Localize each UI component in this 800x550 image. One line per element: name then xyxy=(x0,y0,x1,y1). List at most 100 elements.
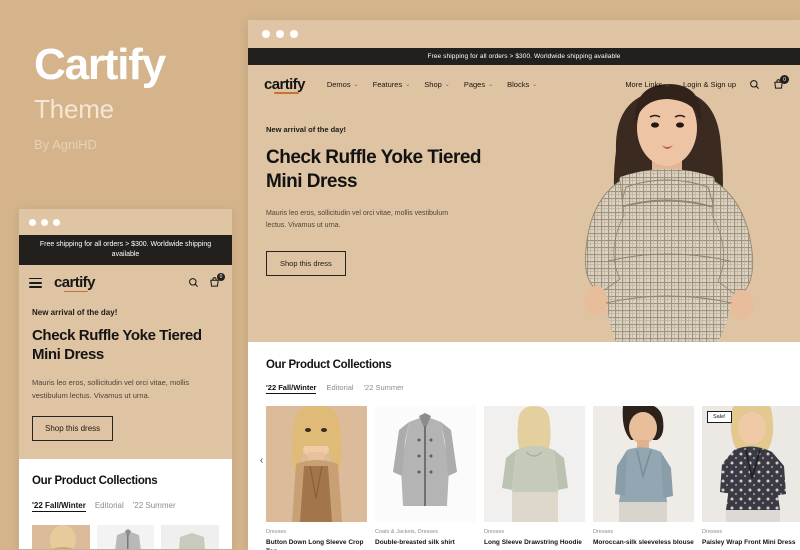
brand-logo[interactable]: cartify xyxy=(264,76,305,94)
product-image[interactable] xyxy=(593,406,694,522)
product-thumbnail-1 xyxy=(32,525,90,549)
login-signup-link[interactable]: Login & Sign up xyxy=(683,80,736,89)
product-card[interactable]: Dresses Long Sleeve Drawstring Hoodie $6… xyxy=(484,406,585,550)
product-card[interactable]: Coats & Jackets, Dresses Double-breasted… xyxy=(375,406,476,550)
mobile-hero-eyebrow: New arrival of the day! xyxy=(32,308,118,318)
hero-paragraph: Mauris leo eros, sollicitudin vel orci v… xyxy=(266,209,449,230)
hero-copy: New arrival of the day! Check Ruffle Yok… xyxy=(248,93,488,277)
product-category: Dresses xyxy=(593,529,614,535)
product-category: Dresses xyxy=(702,529,723,535)
menu-item-pages[interactable]: Pages ⌄ xyxy=(464,80,493,89)
chevron-down-icon: ⌄ xyxy=(405,82,411,88)
desktop-preview: Free shipping for all orders > $300. Wor… xyxy=(248,20,800,550)
product-thumbnail-2 xyxy=(96,525,155,549)
collection-tabs: '22 Fall/Winter Editorial '22 Summer xyxy=(266,383,782,394)
menu-item-more-links[interactable]: More Links ⌄ xyxy=(625,80,670,89)
product-name[interactable]: Moroccan-silk sleeveless blouse xyxy=(593,538,694,547)
tab-summer[interactable]: '22 Summer xyxy=(364,383,404,392)
mobile-brand-logo[interactable]: cartify xyxy=(54,274,95,293)
cart-icon[interactable]: 0 xyxy=(773,75,789,90)
cart-icon[interactable]: 0 xyxy=(209,273,225,288)
window-dot-minimize[interactable] xyxy=(41,218,48,226)
product-card[interactable]: Dresses Button Down Long Sleeve Crop Top… xyxy=(266,406,367,550)
mobile-preview: Free shipping for all orders > $300. Wor… xyxy=(18,208,233,550)
product-grid: Dresses Button Down Long Sleeve Crop Top… xyxy=(266,406,800,550)
chevron-down-icon: ⌄ xyxy=(488,82,494,88)
mobile-shop-this-dress-button[interactable]: Shop this dress xyxy=(32,416,114,442)
shop-this-dress-button[interactable]: Shop this dress xyxy=(266,251,346,277)
collections-title: Our Product Collections xyxy=(266,359,392,371)
menu-item-features[interactable]: Features ⌄ xyxy=(373,80,411,89)
list-item[interactable] xyxy=(161,525,220,549)
window-dot-maximize[interactable] xyxy=(53,218,60,226)
desktop-window-chrome xyxy=(248,20,800,48)
chevron-down-icon: ⌄ xyxy=(444,82,450,88)
menu-item-blocks-label: Blocks xyxy=(507,80,530,89)
product-card[interactable]: Dresses Moroccan-silk sleeveless blouse … xyxy=(593,406,694,550)
mobile-navbar: cartify 0 xyxy=(19,265,232,301)
collections-section: Our Product Collections '22 Fall/Winter … xyxy=(248,342,800,550)
menu-item-features-label: Features xyxy=(372,80,403,89)
product-image[interactable]: Sale! xyxy=(702,406,800,522)
list-item[interactable] xyxy=(32,525,90,549)
promo-subtitle: Theme xyxy=(34,94,114,125)
product-carousel: ‹ › xyxy=(260,406,800,550)
window-dot-minimize[interactable] xyxy=(276,30,284,38)
promo-byline: By AgniHD xyxy=(34,137,97,153)
promo-title: Cartify xyxy=(34,40,166,89)
product-name[interactable]: Long Sleeve Drawstring Hoodie xyxy=(484,538,585,547)
tab-fall-winter[interactable]: '22 Fall/Winter xyxy=(266,383,317,394)
window-dot-maximize[interactable] xyxy=(290,30,298,38)
product-image[interactable] xyxy=(484,406,585,522)
more-links-label: More Links xyxy=(625,80,662,89)
mobile-collections-title: Our Product Collections xyxy=(32,475,158,488)
search-icon[interactable] xyxy=(749,79,760,90)
primary-menu: Demos ⌄ Features ⌄ Shop ⌄ Pages ⌄ Blocks xyxy=(327,80,537,89)
sale-badge: Sale! xyxy=(707,411,732,423)
hero-model-image xyxy=(538,65,800,342)
search-icon[interactable] xyxy=(188,277,199,288)
desktop-navbar: cartify Demos ⌄ Features ⌄ Shop ⌄ Pages … xyxy=(248,65,800,94)
product-image[interactable] xyxy=(266,406,367,522)
menu-item-shop-label: Shop xyxy=(424,80,442,89)
window-dot-close[interactable] xyxy=(29,218,36,226)
hero-section: cartify Demos ⌄ Features ⌄ Shop ⌄ Pages … xyxy=(248,65,800,342)
mobile-collection-tabs: '22 Fall/Winter Editorial '22 Summer xyxy=(32,501,219,513)
cart-count-badge: 0 xyxy=(780,75,789,84)
product-name[interactable]: Paisley Wrap Front Mini Dress xyxy=(702,538,800,547)
product-name[interactable]: Double-breasted silk shirt xyxy=(375,538,476,547)
secondary-menu: More Links ⌄ Login & Sign up 0 xyxy=(625,75,789,90)
mobile-tab-summer[interactable]: '22 Summer xyxy=(133,501,176,510)
announcement-bar: Free shipping for all orders > $300. Wor… xyxy=(248,48,800,65)
mobile-collections-section: Our Product Collections '22 Fall/Winter … xyxy=(19,459,232,549)
product-image[interactable] xyxy=(375,406,476,522)
product-category: Dresses xyxy=(484,529,505,535)
mobile-cart-count-badge: 0 xyxy=(217,273,225,282)
menu-item-pages-label: Pages xyxy=(463,80,486,89)
window-dot-close[interactable] xyxy=(262,30,270,38)
mobile-hero: New arrival of the day! Check Ruffle Yok… xyxy=(19,300,232,460)
mobile-tab-editorial[interactable]: Editorial xyxy=(95,501,124,510)
mobile-hero-heading: Check Ruffle Yoke Tiered Mini Dress xyxy=(32,327,202,364)
product-category: Dresses xyxy=(266,529,287,535)
product-name[interactable]: Button Down Long Sleeve Crop Top xyxy=(266,538,367,550)
chevron-down-icon: ⌄ xyxy=(665,82,671,88)
menu-item-demos[interactable]: Demos ⌄ xyxy=(327,80,359,89)
chevron-down-icon: ⌄ xyxy=(353,82,359,88)
mobile-window-chrome xyxy=(19,209,232,235)
list-item[interactable] xyxy=(96,525,155,549)
mobile-hero-paragraph: Mauris leo eros, sollicitudin vel orci v… xyxy=(32,377,190,400)
product-category: Coats & Jackets, Dresses xyxy=(375,529,438,535)
mobile-announcement-bar: Free shipping for all orders > $300. Wor… xyxy=(19,235,232,266)
hero-eyebrow: New arrival of the day! xyxy=(266,125,347,134)
menu-item-demos-label: Demos xyxy=(326,80,351,89)
tab-editorial[interactable]: Editorial xyxy=(326,383,353,392)
mobile-product-list xyxy=(32,525,220,549)
menu-item-shop[interactable]: Shop ⌄ xyxy=(424,80,450,89)
chevron-down-icon: ⌄ xyxy=(532,82,538,88)
menu-item-blocks[interactable]: Blocks ⌄ xyxy=(507,80,537,89)
mobile-tab-fall-winter[interactable]: '22 Fall/Winter xyxy=(32,501,86,513)
hamburger-menu-icon[interactable] xyxy=(29,277,42,288)
product-card[interactable]: Sale! Dresses Paisley Wrap Front Mini Dr… xyxy=(702,406,800,550)
product-thumbnail-3 xyxy=(161,525,220,549)
